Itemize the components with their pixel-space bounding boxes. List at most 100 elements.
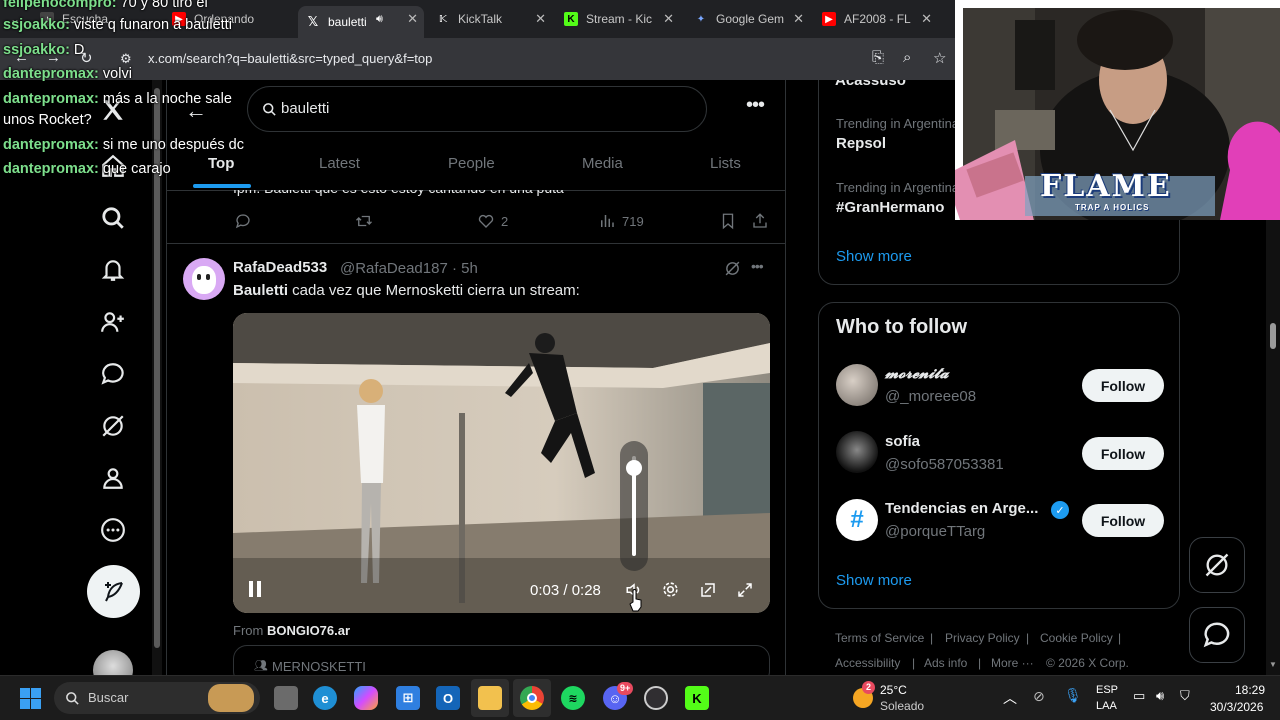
account-avatar[interactable] xyxy=(93,650,133,675)
zoom-icon[interactable]: ⌕ xyxy=(903,49,911,66)
tweet-video-player[interactable]: 0:03 / 0:28 xyxy=(233,313,770,613)
tab-kicktalk[interactable]: 𝕂 KickTalk ✕ xyxy=(436,6,552,32)
trend-name[interactable]: #GranHermano xyxy=(836,199,944,216)
like-button[interactable]: 2 xyxy=(477,212,508,230)
kick-icon[interactable]: K xyxy=(685,686,709,710)
from-source-link[interactable]: BONGIO76.ar xyxy=(267,623,350,638)
tab-top[interactable]: Top xyxy=(208,155,234,172)
chevron-up-icon[interactable]: ︿ xyxy=(1003,688,1017,708)
post-compose-button[interactable] xyxy=(87,565,140,618)
tab-bauletti[interactable]: 𝕏 bauletti 🔊︎ ✕ xyxy=(298,6,424,38)
tab-lists[interactable]: Lists xyxy=(710,155,741,172)
repost-button[interactable] xyxy=(355,212,373,230)
tab-stream-kick[interactable]: K Stream - Kic ✕ xyxy=(564,6,680,32)
tab-af2008[interactable]: ▶ AF2008 - FL ✕ xyxy=(822,6,938,32)
outlook-icon[interactable]: O xyxy=(436,686,460,710)
volume-knob[interactable] xyxy=(626,460,642,476)
follow-button[interactable]: Follow xyxy=(1082,369,1164,402)
volume-slider[interactable] xyxy=(620,441,648,571)
tweet-author-handle[interactable]: @RafaDead187 · 5h xyxy=(340,260,478,277)
profile-icon[interactable] xyxy=(97,462,129,494)
chrome-icon[interactable] xyxy=(520,686,544,710)
pause-icon[interactable] xyxy=(249,581,261,597)
bookmark-button[interactable] xyxy=(719,212,737,230)
views-button[interactable]: 719 xyxy=(598,212,644,230)
spotify-icon[interactable]: ≋ xyxy=(561,686,585,710)
weather-temp[interactable]: 25°C xyxy=(880,683,907,697)
who-to-follow-show-more-link[interactable]: Show more xyxy=(836,572,912,589)
footer-more-link[interactable]: More ··· xyxy=(991,656,1034,670)
install-icon[interactable]: ⎘ xyxy=(872,49,884,66)
close-tab-icon[interactable]: ✕ xyxy=(535,11,546,27)
windows-start-icon[interactable] xyxy=(20,688,41,709)
store-icon[interactable]: ⊞ xyxy=(396,686,420,710)
footer-sep: | xyxy=(978,656,982,670)
share-button[interactable] xyxy=(751,212,769,230)
lang-top[interactable]: ESP xyxy=(1096,684,1118,696)
search-more-icon[interactable]: ••• xyxy=(746,94,765,117)
tweet-author-name[interactable]: RafaDead533 xyxy=(233,259,327,276)
tab-google-gemini[interactable]: ✦ Google Gem ✕ xyxy=(694,6,810,32)
fullscreen-icon[interactable] xyxy=(736,581,754,604)
grok-floating-button[interactable] xyxy=(1189,537,1245,593)
close-tab-icon[interactable]: ✕ xyxy=(663,11,674,27)
tab-people[interactable]: People xyxy=(448,155,495,172)
notifications-bell-icon[interactable] xyxy=(97,254,129,286)
follow-button[interactable]: Follow xyxy=(1082,504,1164,537)
suggested-user-name[interactable]: 𝓶𝓸𝓻𝓮𝓷𝓲𝓽𝓪 xyxy=(885,365,949,382)
messages-floating-button[interactable] xyxy=(1189,607,1245,663)
active-tab-indicator xyxy=(193,184,251,188)
tab-latest[interactable]: Latest xyxy=(319,155,360,172)
taskbar-search-box[interactable]: Buscar xyxy=(54,682,260,714)
picture-in-picture-icon[interactable] xyxy=(699,581,717,604)
network-off-icon[interactable]: ⊘ xyxy=(1033,688,1045,705)
footer-cookie-link[interactable]: Cookie Policy xyxy=(1040,631,1113,645)
more-options-icon[interactable] xyxy=(97,514,129,546)
trend-name[interactable]: Repsol xyxy=(836,135,886,152)
close-tab-icon[interactable]: ✕ xyxy=(921,11,932,27)
follow-button[interactable]: Follow xyxy=(1082,437,1164,470)
follow-person-add-icon[interactable] xyxy=(97,306,129,338)
grok-icon[interactable] xyxy=(97,410,129,442)
trends-show-more-link[interactable]: Show more xyxy=(836,248,912,265)
tweet-more-icon[interactable]: ••• xyxy=(751,258,764,274)
speaker-icon[interactable]: 🔊︎ xyxy=(376,13,383,26)
footer-terms-link[interactable]: Terms of Service xyxy=(835,631,924,645)
reply-button[interactable] xyxy=(234,212,252,230)
settings-gear-icon[interactable] xyxy=(661,580,680,604)
obs-icon[interactable] xyxy=(644,686,668,710)
trend-context: Trending in Argentina xyxy=(836,180,960,195)
tab-media[interactable]: Media xyxy=(582,155,623,172)
footer-ads-link[interactable]: Ads info xyxy=(924,656,967,670)
clock-time[interactable]: 18:29 xyxy=(1235,683,1265,697)
close-tab-icon[interactable]: ✕ xyxy=(793,11,804,27)
messages-icon[interactable] xyxy=(97,358,129,390)
explore-search-icon[interactable] xyxy=(97,202,129,234)
footer-privacy-link[interactable]: Privacy Policy xyxy=(945,631,1020,645)
chat-text: más a la noche sale xyxy=(98,91,232,107)
avatar[interactable] xyxy=(836,364,878,406)
tweet-text-bold[interactable]: Bauletti xyxy=(233,282,288,299)
avatar[interactable]: # xyxy=(836,499,878,541)
tab-label: Stream - Kic xyxy=(586,12,653,26)
speaker-icon[interactable]: 🔊︎ xyxy=(1156,688,1164,704)
bookmark-star-icon[interactable]: ☆ xyxy=(933,49,946,67)
suggested-user-name[interactable]: Tendencias en Arge... xyxy=(885,500,1038,517)
display-icon[interactable]: ▭ xyxy=(1133,688,1145,704)
task-view-icon[interactable] xyxy=(274,686,298,710)
copilot-icon[interactable] xyxy=(354,686,378,710)
footer-accessibility-link[interactable]: Accessibility xyxy=(835,656,900,670)
close-tab-icon[interactable]: ✕ xyxy=(407,11,418,27)
search-input[interactable]: bauletti xyxy=(247,86,707,132)
suggested-user-name[interactable]: sofía xyxy=(885,433,920,450)
grok-tweet-icon[interactable] xyxy=(724,260,741,282)
tweet-avatar[interactable] xyxy=(183,258,225,300)
url-field[interactable]: x.com/search?q=bauletti&src=typed_query&… xyxy=(148,51,432,66)
microphone-icon[interactable]: 🎙︎ xyxy=(1064,687,1082,704)
file-explorer-icon[interactable] xyxy=(478,686,502,710)
shield-icon[interactable]: ⛉ xyxy=(1180,688,1190,704)
trend-cut-title[interactable]: Acassuso xyxy=(835,80,906,89)
community-card[interactable]: 👥︎ MERNOSKETTI xyxy=(233,645,770,675)
edge-icon[interactable]: e xyxy=(313,686,337,710)
avatar[interactable] xyxy=(836,431,878,473)
